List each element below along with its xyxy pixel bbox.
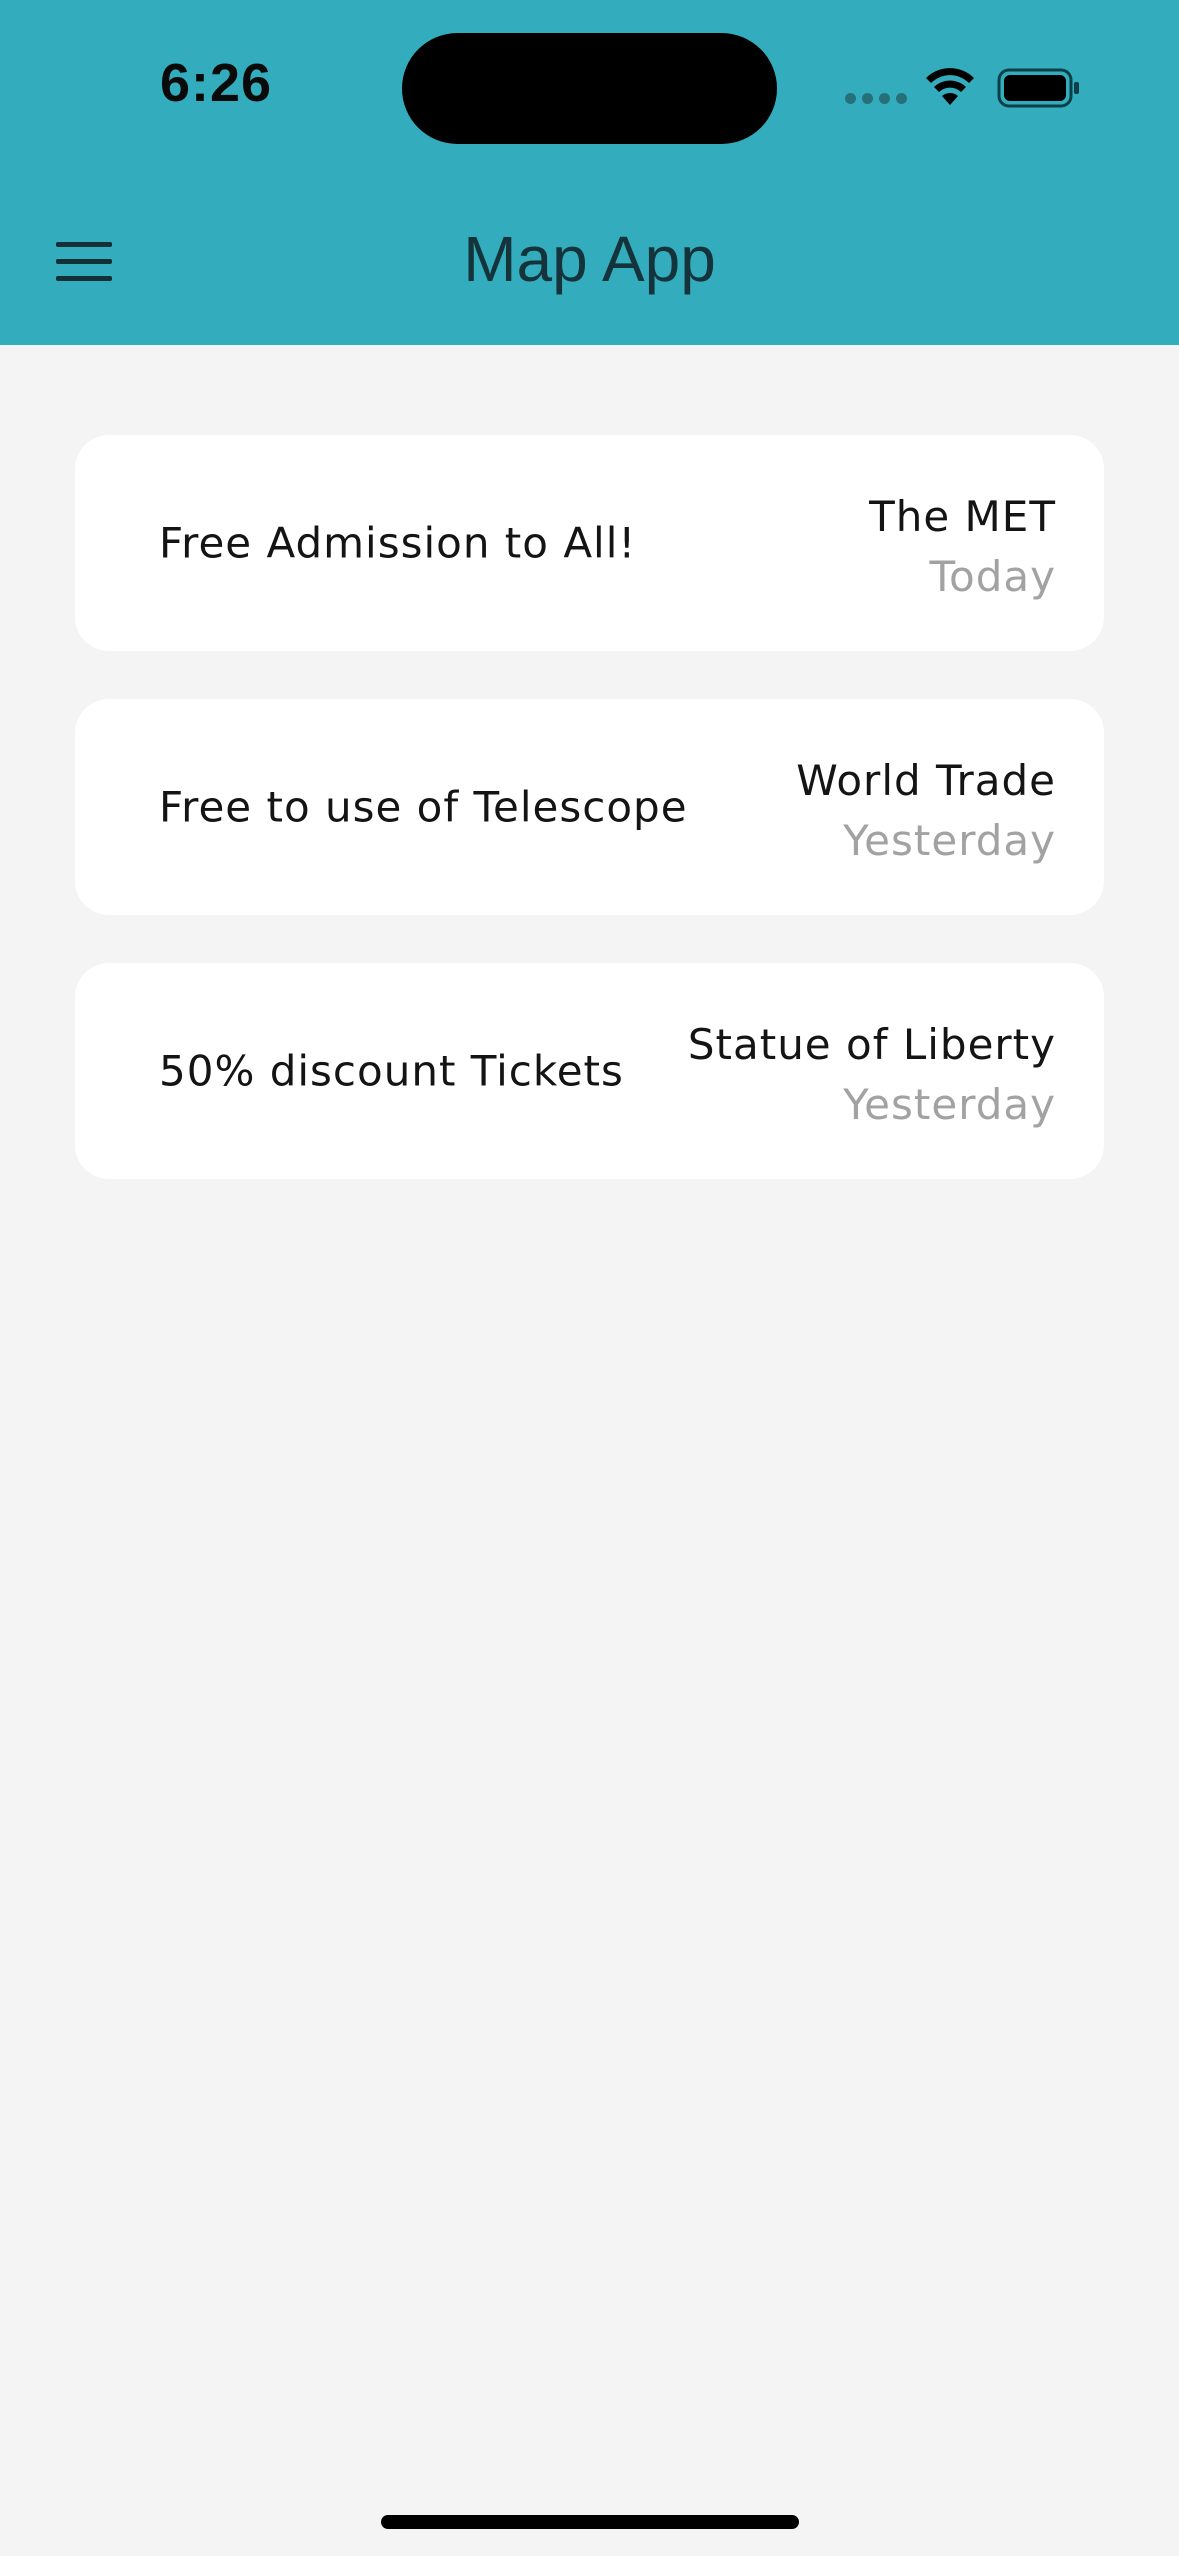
offer-time: Yesterday xyxy=(843,1080,1056,1129)
offer-card[interactable]: Free Admission to All! The MET Today xyxy=(75,435,1104,651)
offer-title: Free Admission to All! xyxy=(159,518,637,568)
offer-title: 50% discount Tickets xyxy=(159,1046,624,1096)
offer-time: Today xyxy=(929,552,1056,601)
app-header: 6:26 Map App xyxy=(0,0,1179,345)
offer-place: Statue of Liberty xyxy=(687,1020,1056,1069)
app-title: Map App xyxy=(463,223,716,295)
status-time: 6:26 xyxy=(160,53,273,113)
home-indicator[interactable] xyxy=(381,2515,799,2529)
offer-place: The MET xyxy=(869,492,1056,541)
offer-title: Free to use of Telescope xyxy=(159,782,688,832)
offer-card[interactable]: Free to use of Telescope World Trade Yes… xyxy=(75,699,1104,915)
offer-place: World Trade xyxy=(796,756,1056,805)
battery-icon xyxy=(997,68,1079,108)
offer-meta: Statue of Liberty Yesterday xyxy=(688,1015,1056,1135)
dynamic-island xyxy=(402,33,777,144)
offer-meta: World Trade Yesterday xyxy=(796,751,1056,871)
wifi-icon xyxy=(926,68,974,105)
offer-card[interactable]: 50% discount Tickets Statue of Liberty Y… xyxy=(75,963,1104,1179)
offer-time: Yesterday xyxy=(843,816,1056,865)
cellular-signal-icon xyxy=(845,93,907,104)
offer-meta: The MET Today xyxy=(869,487,1056,607)
